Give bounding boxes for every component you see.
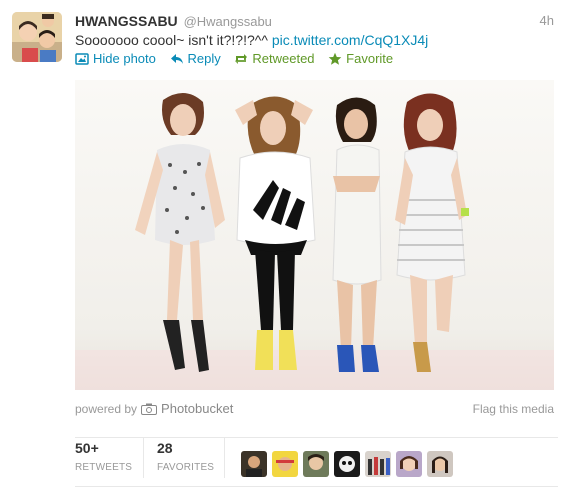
favorite-button[interactable]: Favorite	[328, 50, 393, 68]
hide-photo-label: Hide photo	[93, 51, 156, 66]
tweet-photo[interactable]	[75, 80, 554, 390]
tweet-card: HWANGSSABU @Hwangssabu 4h Sooooooo coool…	[0, 0, 570, 494]
divider-top	[75, 437, 558, 438]
photobucket-label: Photobucket	[161, 401, 234, 416]
favorite-label: Favorite	[346, 51, 394, 66]
reply-label: Reply	[187, 51, 221, 66]
user-fullname[interactable]: HWANGSSABU	[75, 13, 178, 29]
favoriter-avatar[interactable]	[303, 451, 329, 477]
retweets-count: 50+	[75, 440, 99, 456]
avatar-image	[12, 12, 62, 62]
favoriter-avatar[interactable]	[365, 451, 391, 477]
avatar[interactable]	[12, 12, 62, 62]
retweeted-button[interactable]: Retweeted	[234, 50, 315, 68]
media-footer: powered by Photobucket Flag this media	[75, 401, 554, 417]
retweets-stat[interactable]: 50+ RETWEETS	[75, 440, 145, 475]
tweet-timestamp[interactable]: 4h	[540, 12, 554, 30]
favoriter-avatar[interactable]	[241, 451, 267, 477]
reply-icon	[170, 54, 183, 64]
stat-separator	[143, 438, 144, 478]
favoriter-avatar[interactable]	[427, 451, 453, 477]
favoriter-avatar[interactable]	[272, 451, 298, 477]
favorites-label: FAVORITES	[157, 462, 215, 473]
photobucket-link[interactable]: Photobucket	[141, 401, 233, 417]
star-icon	[328, 52, 342, 65]
photo-image	[75, 80, 554, 390]
tweet-actions: Hide photo Reply Retweeted Favorite	[75, 50, 403, 68]
hide-photo-button[interactable]: Hide photo	[75, 50, 156, 68]
stat-separator	[224, 438, 225, 478]
favorites-stat[interactable]: 28 FAVORITES	[157, 440, 227, 475]
tweet-text: Sooooooo coool~ isn't it?!?!?^^ pic.twitt…	[75, 31, 428, 49]
favoriter-avatar[interactable]	[396, 451, 422, 477]
tweet-body: Sooooooo coool~ isn't it?!?!?^^	[75, 32, 268, 48]
tweet-header: HWANGSSABU @Hwangssabu 4h	[75, 12, 554, 30]
powered-by-label: powered by	[75, 402, 138, 416]
retweeted-label: Retweeted	[252, 51, 315, 66]
divider-bottom	[75, 486, 558, 487]
flag-media-link[interactable]: Flag this media	[473, 401, 554, 417]
favoriter-avatar[interactable]	[334, 451, 360, 477]
retweet-icon	[235, 54, 248, 64]
reply-button[interactable]: Reply	[170, 50, 221, 68]
favoriters-list	[241, 451, 458, 477]
camera-icon	[141, 403, 158, 415]
tweet-media-link[interactable]: pic.twitter.com/CqQ1XJ4j	[272, 32, 428, 48]
retweets-label: RETWEETS	[75, 462, 133, 473]
powered-by: powered by Photobucket	[75, 401, 233, 417]
user-handle[interactable]: @Hwangssabu	[184, 14, 272, 29]
favorites-count: 28	[157, 440, 173, 456]
photo-icon	[75, 53, 89, 65]
